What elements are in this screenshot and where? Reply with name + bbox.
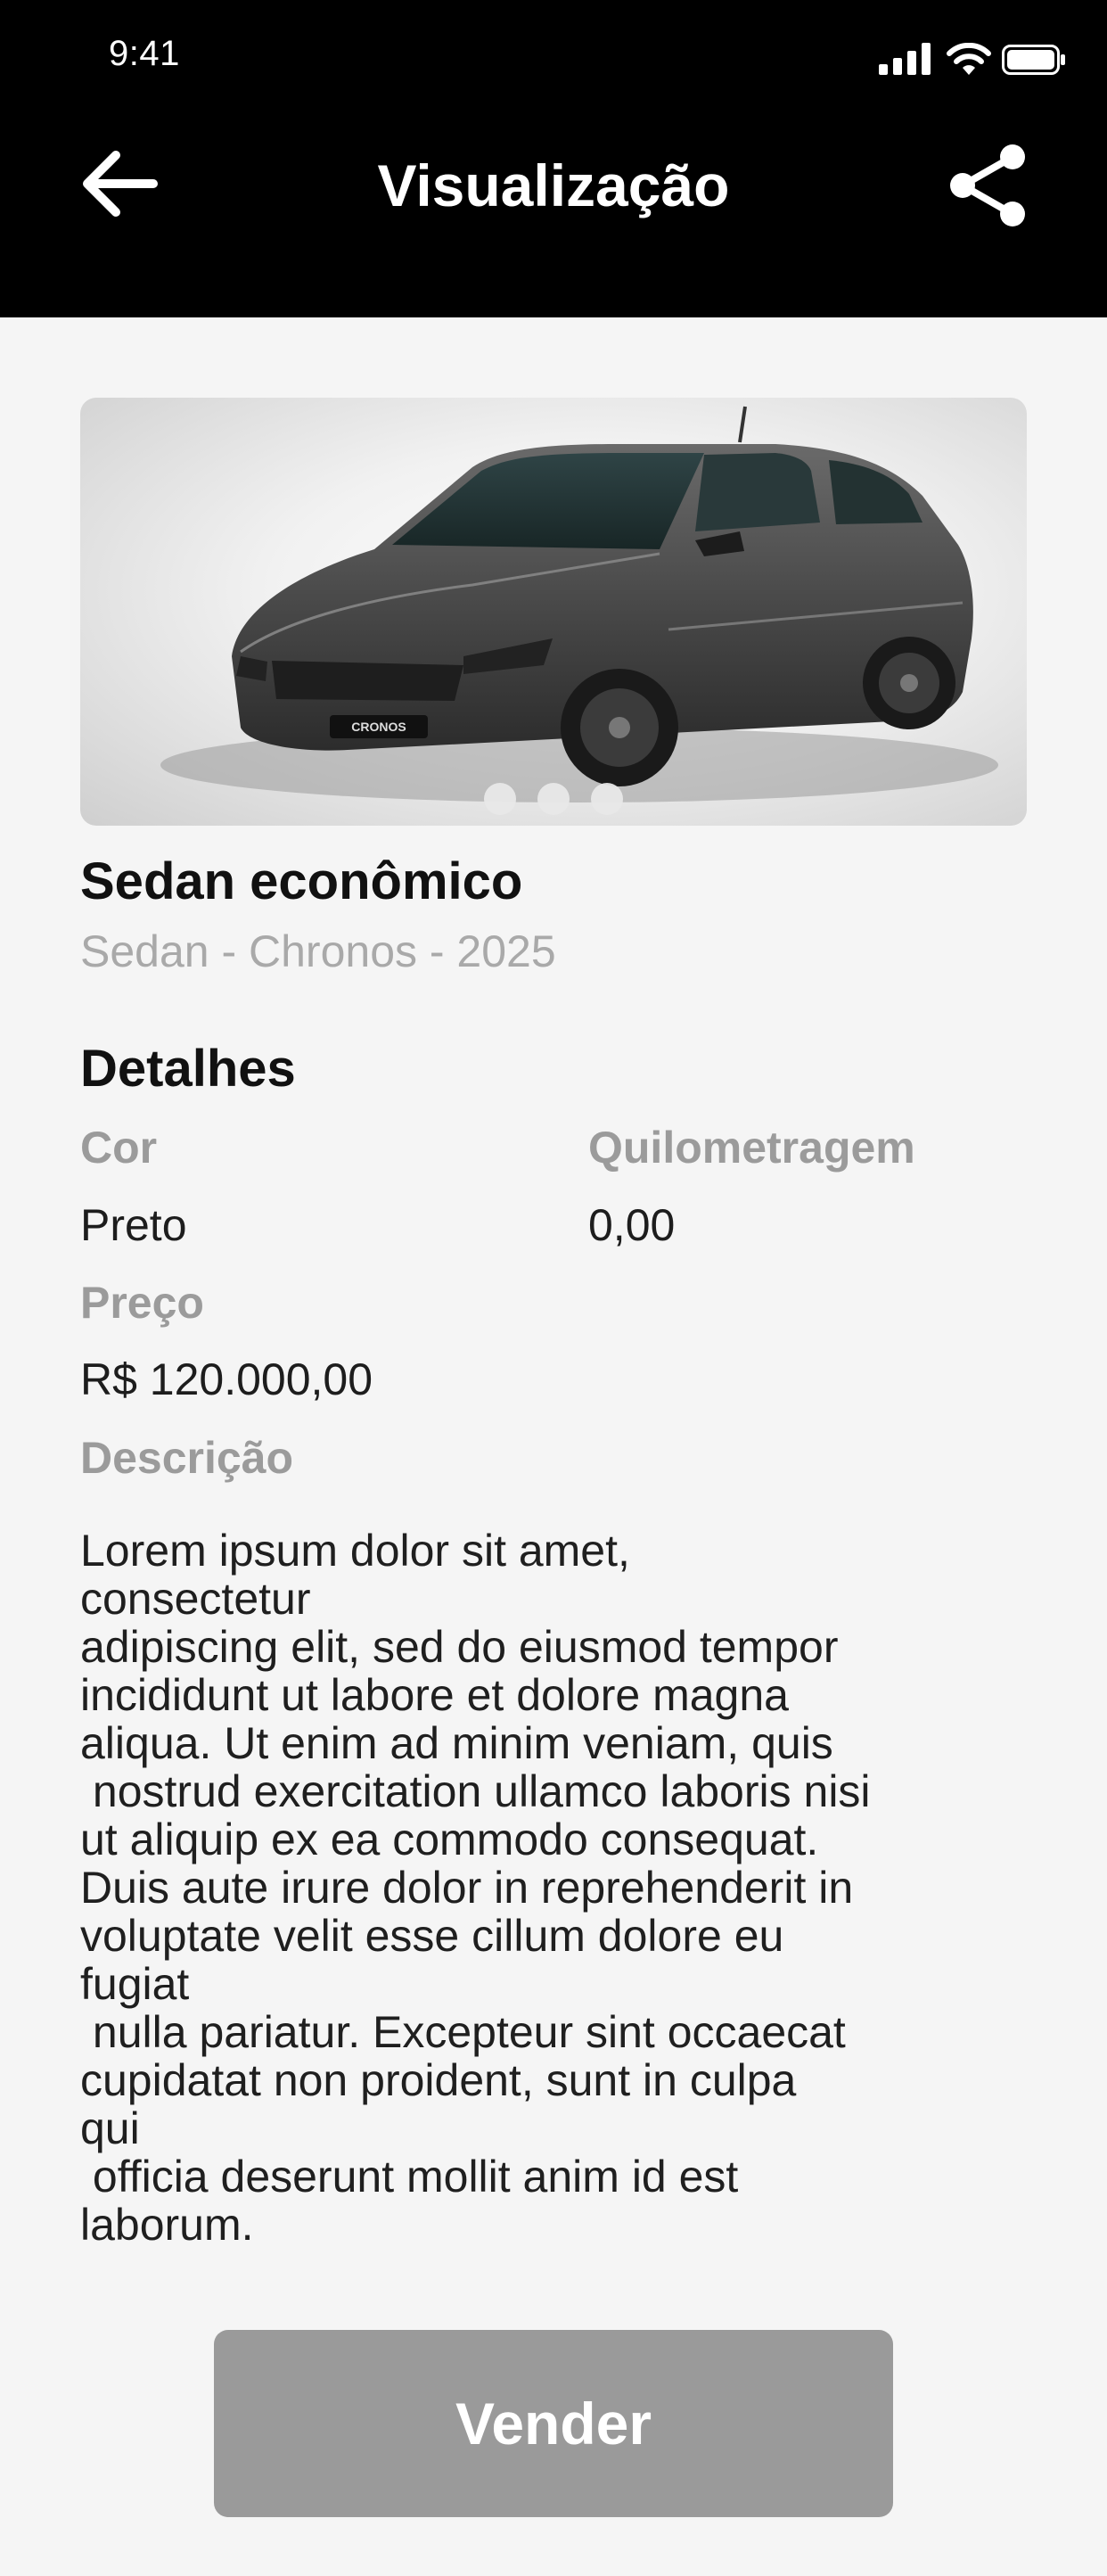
mileage-value: 0,00 — [588, 1200, 676, 1250]
car-image-carousel[interactable]: CRONOS — [80, 398, 1027, 826]
sell-button[interactable]: Vender — [214, 2330, 893, 2517]
carousel-dots — [80, 783, 1027, 819]
wifi-icon — [947, 43, 991, 75]
listing-subtitle: Sedan - Chronos - 2025 — [80, 926, 556, 976]
status-icons — [870, 43, 1066, 78]
color-value: Preto — [80, 1200, 187, 1250]
car-image: CRONOS — [160, 406, 998, 802]
description-label: Descrição — [80, 1433, 294, 1483]
mileage-label: Quilometragem — [588, 1123, 915, 1173]
screen: 9:41 Visualização CRONOS Sedan econômico… — [0, 0, 1107, 2576]
plate-text: CRONOS — [351, 720, 406, 734]
carousel-dot[interactable] — [591, 783, 623, 815]
description-text: Lorem ipsum dolor sit amet, consectetur … — [80, 1526, 871, 2250]
carousel-dot[interactable] — [484, 783, 516, 815]
share-icon[interactable] — [945, 143, 1030, 228]
listing-title: Sedan econômico — [80, 852, 523, 910]
price-value: R$ 120.000,00 — [80, 1354, 373, 1404]
signal-icon — [879, 43, 931, 75]
battery-icon — [1002, 45, 1065, 75]
header-bar: 9:41 Visualização — [0, 0, 1107, 317]
details-heading: Detalhes — [80, 1040, 296, 1098]
price-label: Preço — [80, 1278, 204, 1328]
color-label: Cor — [80, 1123, 158, 1173]
carousel-dot[interactable] — [537, 783, 570, 815]
page-title: Visualização — [377, 152, 730, 218]
status-time: 9:41 — [109, 34, 180, 73]
